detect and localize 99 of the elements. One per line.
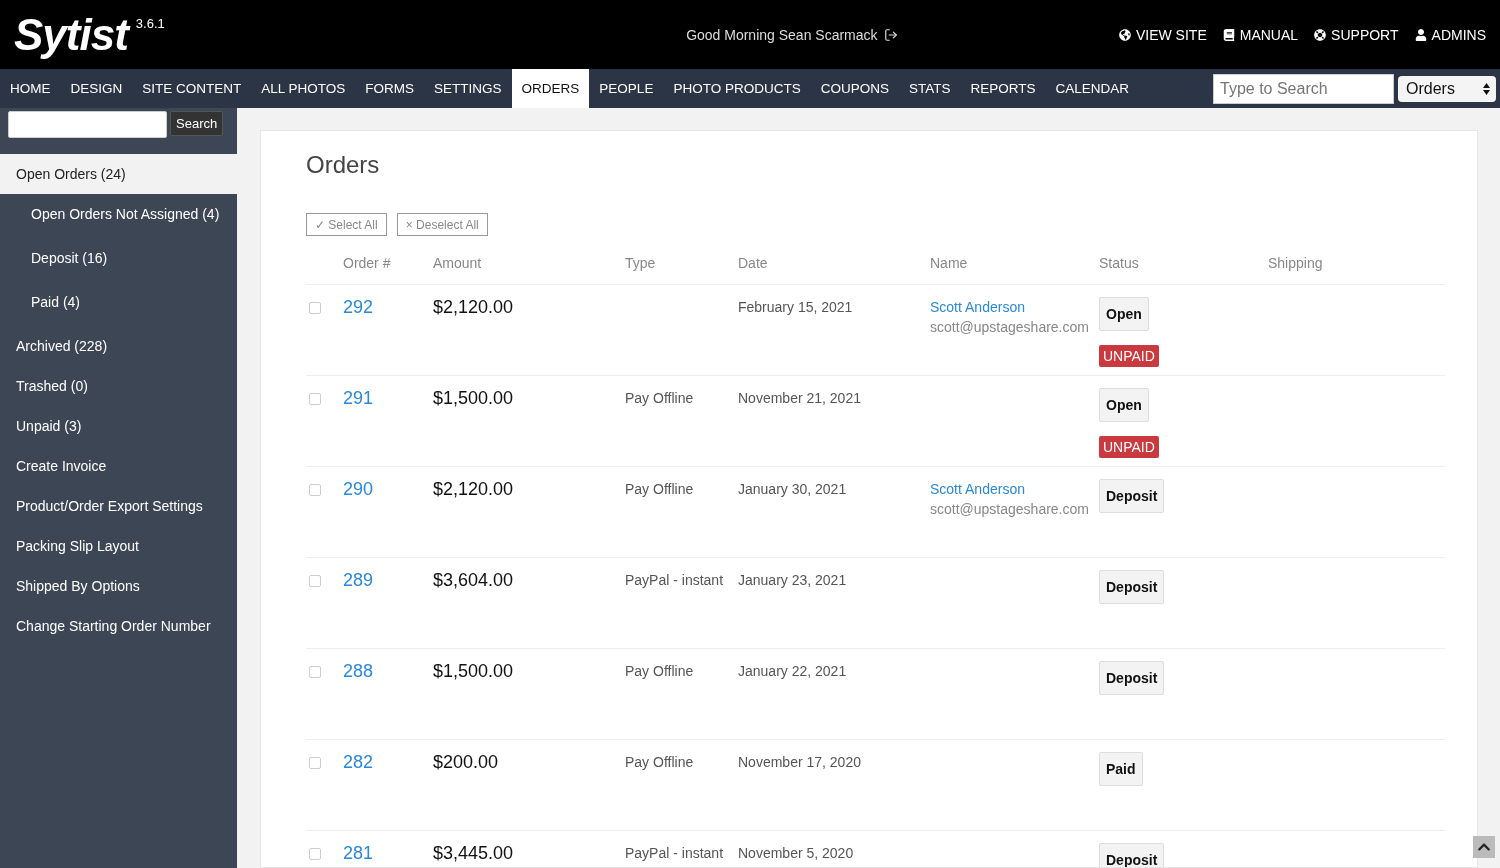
date-text: November 21, 2021 <box>738 389 862 406</box>
type-text: Pay Offline <box>625 389 695 406</box>
type-text: PayPal - instant <box>625 571 725 588</box>
column-header: Shipping <box>1268 255 1324 271</box>
amount-text: $200.00 <box>433 752 500 773</box>
column-header: Type <box>625 255 657 271</box>
type-text: Pay Offline <box>625 753 695 770</box>
logout-icon[interactable] <box>883 27 898 42</box>
amount-text: $1,500.00 <box>433 661 515 682</box>
sidebar-search-field[interactable] <box>8 111 167 138</box>
amount-text: $3,604.00 <box>433 570 515 591</box>
order-link[interactable]: 292 <box>343 297 374 317</box>
greeting-text: Good Morning Sean Scarmack <box>686 26 878 43</box>
lifebuoy-icon <box>1314 28 1327 41</box>
sidebar-item[interactable]: Change Starting Order Number <box>0 606 237 646</box>
date-text: January 23, 2021 <box>738 571 848 588</box>
row-checkbox[interactable] <box>309 393 321 405</box>
search-button[interactable]: Search <box>170 111 224 136</box>
page-title: Orders <box>306 151 381 179</box>
updown-caret-icon <box>1483 82 1490 95</box>
nav-tab[interactable]: DESIGN <box>60 69 133 108</box>
nav-tab[interactable]: ALL PHOTOS <box>251 69 356 108</box>
unpaid-badge: UNPAID <box>1099 436 1159 458</box>
order-link[interactable]: 291 <box>343 388 374 408</box>
sidebar-subitem[interactable]: Deposit (16) <box>0 238 237 278</box>
nav-tab[interactable]: HOME <box>0 69 61 108</box>
amount-text: $3,445.00 <box>433 843 515 864</box>
customer-link[interactable]: Scott Anderson <box>930 481 1099 497</box>
sidebar-subitem[interactable]: Paid (4) <box>0 282 237 322</box>
nav-tab[interactable]: REPORTS <box>960 69 1046 108</box>
user-icon <box>1414 28 1427 41</box>
amount-text: $2,120.00 <box>433 297 515 318</box>
column-header: Name <box>930 255 969 271</box>
header-link[interactable]: MANUAL <box>1222 26 1299 43</box>
date-text: February 15, 2021 <box>738 298 854 315</box>
sidebar-item[interactable]: Create Invoice <box>0 446 237 486</box>
sidebar-item[interactable]: Open Orders (24) <box>0 154 237 194</box>
type-text: PayPal - instant <box>625 844 725 861</box>
globe-icon <box>1118 28 1131 41</box>
nav-tab[interactable]: STATS <box>898 69 961 108</box>
type-text: Pay Offline <box>625 662 695 679</box>
version-label: 3.6.1 <box>135 16 165 31</box>
row-checkbox[interactable] <box>309 484 321 496</box>
sidebar-item[interactable]: Trashed (0) <box>0 366 237 406</box>
header-link[interactable]: SUPPORT <box>1314 26 1399 43</box>
column-header: Status <box>1099 255 1140 271</box>
order-link[interactable]: 282 <box>343 752 374 772</box>
header-link[interactable]: VIEW SITE <box>1118 26 1207 43</box>
order-link[interactable]: 281 <box>343 843 374 863</box>
column-header: Amount <box>433 255 483 271</box>
email-text: scott@upstageshare.com <box>930 501 1090 517</box>
row-checkbox[interactable] <box>309 302 321 314</box>
nav-tab[interactable]: CALENDAR <box>1045 69 1139 108</box>
amount-text: $1,500.00 <box>433 388 515 409</box>
customer-link[interactable]: Scott Anderson <box>930 299 1099 315</box>
sidebar-item[interactable]: Archived (228) <box>0 326 237 366</box>
status-button[interactable]: Deposit <box>1099 661 1165 695</box>
column-header: Date <box>738 255 769 271</box>
deselect-all-button[interactable]: × Deselect All <box>396 213 488 236</box>
select-all-button[interactable]: ✓ Select All <box>306 213 387 236</box>
sidebar-item[interactable]: Product/Order Export Settings <box>0 486 237 526</box>
sidebar-subitem[interactable]: Open Orders Not Assigned (4) <box>0 194 237 234</box>
status-button[interactable]: Paid <box>1099 752 1143 786</box>
sidebar-item[interactable]: Packing Slip Layout <box>0 526 237 566</box>
row-checkbox[interactable] <box>309 666 321 678</box>
status-button[interactable]: Deposit <box>1099 843 1165 867</box>
status-button[interactable]: Open <box>1099 388 1149 422</box>
scope-select[interactable]: Orders <box>1398 75 1496 102</box>
book-icon <box>1222 28 1235 41</box>
row-checkbox[interactable] <box>309 575 321 587</box>
date-text: November 5, 2020 <box>738 844 855 861</box>
status-button[interactable]: Deposit <box>1099 479 1165 513</box>
row-checkbox[interactable] <box>309 757 321 769</box>
date-text: November 17, 2020 <box>738 753 862 770</box>
nav-tab[interactable]: PHOTO PRODUCTS <box>663 69 811 108</box>
nav-tab[interactable]: ORDERS <box>511 69 590 108</box>
sidebar-item[interactable]: Shipped By Options <box>0 566 237 606</box>
header-link[interactable]: ADMINS <box>1414 26 1486 43</box>
date-text: January 30, 2021 <box>738 480 848 497</box>
column-header: Order # <box>343 255 392 271</box>
sidebar-item[interactable]: Unpaid (3) <box>0 406 237 446</box>
nav-tab[interactable]: SETTINGS <box>424 69 512 108</box>
email-text: scott@upstageshare.com <box>930 319 1090 335</box>
type-text: Pay Offline <box>625 480 695 497</box>
search-field[interactable]: Type to Search <box>1213 73 1394 104</box>
order-link[interactable]: 289 <box>343 570 374 590</box>
nav-tab[interactable]: COUPONS <box>810 69 899 108</box>
status-button[interactable]: Deposit <box>1099 570 1165 604</box>
row-checkbox[interactable] <box>309 848 321 860</box>
order-link[interactable]: 288 <box>343 661 374 681</box>
nav-tab[interactable]: SITE CONTENT <box>132 69 252 108</box>
amount-text: $2,120.00 <box>433 479 515 500</box>
nav-tab[interactable]: PEOPLE <box>589 69 664 108</box>
nav-tab[interactable]: FORMS <box>355 69 425 108</box>
scroll-top-button[interactable] <box>1473 836 1495 858</box>
order-link[interactable]: 290 <box>343 479 374 499</box>
status-button[interactable]: Open <box>1099 297 1149 331</box>
unpaid-badge: UNPAID <box>1099 345 1159 367</box>
date-text: January 22, 2021 <box>738 662 848 679</box>
